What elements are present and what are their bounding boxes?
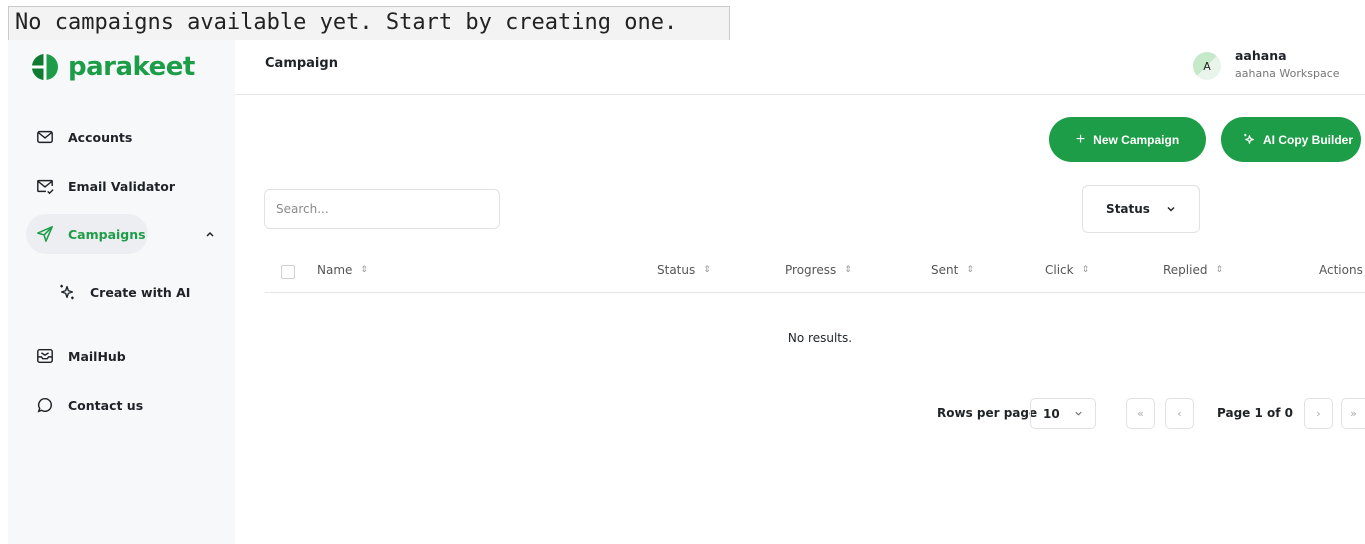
empty-table-message: No results. bbox=[787, 331, 853, 345]
column-header-click[interactable]: Click ⇕ bbox=[1045, 263, 1089, 277]
column-label: Name bbox=[317, 263, 353, 277]
mailbox-icon bbox=[37, 348, 53, 364]
column-label: Progress bbox=[785, 263, 837, 277]
sparkles-icon bbox=[60, 284, 74, 300]
page-info: Page 1 of 0 bbox=[1217, 406, 1293, 420]
sidebar-item-email-validator[interactable]: Email Validator bbox=[26, 166, 175, 206]
sort-icon: ⇕ bbox=[844, 265, 852, 275]
chat-bubble-icon bbox=[37, 397, 52, 413]
sidebar-item-label: Campaigns bbox=[68, 226, 146, 242]
select-all-checkbox[interactable] bbox=[281, 265, 295, 279]
sidebar-item-label: Contact us bbox=[68, 397, 144, 413]
send-icon bbox=[37, 226, 53, 242]
new-campaign-button[interactable]: + New Campaign bbox=[1049, 117, 1206, 162]
empty-state-banner: No campaigns available yet. Start by cre… bbox=[8, 6, 730, 40]
sort-icon: ⇕ bbox=[1215, 265, 1224, 275]
parakeet-logo-icon bbox=[32, 54, 58, 80]
sidebar-item-accounts[interactable]: Accounts bbox=[26, 117, 132, 157]
sidebar-item-label: Create with AI bbox=[90, 284, 191, 300]
column-header-status[interactable]: Status ⇕ bbox=[657, 263, 711, 277]
first-page-button[interactable]: « bbox=[1126, 398, 1155, 429]
last-page-button[interactable]: » bbox=[1341, 398, 1365, 429]
sort-icon: ⇕ bbox=[966, 265, 974, 275]
workspace-name: aahana Workspace bbox=[1235, 67, 1340, 80]
chevrons-left-icon: « bbox=[1137, 407, 1144, 420]
plus-icon: + bbox=[1075, 130, 1086, 148]
sidebar-item-label: Accounts bbox=[68, 129, 133, 145]
status-filter-label: Status bbox=[1106, 202, 1150, 216]
previous-page-button[interactable]: ‹ bbox=[1165, 398, 1194, 429]
sort-icon: ⇕ bbox=[703, 265, 711, 275]
sidebar-item-label: MailHub bbox=[68, 348, 126, 364]
top-header: Campaign A aahana aahana Workspace bbox=[235, 40, 1365, 95]
rows-per-page-value: 10 bbox=[1043, 406, 1060, 421]
ai-copy-builder-button[interactable]: AI Copy Builder bbox=[1221, 117, 1361, 162]
column-header-progress[interactable]: Progress ⇕ bbox=[785, 263, 852, 277]
sidebar-item-contact-us[interactable]: Contact us bbox=[26, 385, 143, 425]
chevron-down-icon bbox=[1167, 207, 1175, 212]
column-header-actions: Actions bbox=[1319, 263, 1363, 277]
mail-check-icon bbox=[37, 179, 54, 195]
avatar[interactable]: A bbox=[1193, 52, 1221, 80]
column-label: Actions bbox=[1319, 263, 1363, 277]
page-title: Campaign bbox=[265, 56, 338, 71]
brand-name: parakeet bbox=[68, 52, 195, 82]
chevron-right-icon: › bbox=[1316, 407, 1321, 420]
sidebar-item-mailhub[interactable]: MailHub bbox=[26, 336, 126, 376]
sidebar-item-campaigns[interactable]: Campaigns bbox=[26, 214, 148, 254]
chevron-up-icon[interactable] bbox=[204, 228, 216, 240]
next-page-button[interactable]: › bbox=[1304, 398, 1333, 429]
table-header: Name ⇕ Status ⇕ Progress ⇕ Sent ⇕ Click ⇕ Rep… bbox=[265, 252, 1365, 293]
column-label: Click bbox=[1045, 263, 1074, 277]
chevron-down-icon bbox=[1075, 411, 1082, 416]
rows-per-page-select[interactable]: 10 bbox=[1030, 398, 1096, 429]
sort-icon: ⇕ bbox=[1081, 265, 1090, 275]
sidebar-item-create-with-ai[interactable]: Create with AI bbox=[48, 272, 190, 312]
rows-per-page-label: Rows per page bbox=[937, 406, 1038, 420]
new-campaign-label: New Campaign bbox=[1093, 132, 1180, 147]
sort-icon: ⇕ bbox=[360, 265, 368, 275]
chevron-left-icon: ‹ bbox=[1177, 407, 1182, 420]
column-header-sent[interactable]: Sent ⇕ bbox=[931, 263, 974, 277]
sidebar-item-label: Email Validator bbox=[68, 178, 176, 194]
column-header-name[interactable]: Name ⇕ bbox=[317, 263, 368, 277]
user-name: aahana bbox=[1235, 48, 1287, 63]
chevrons-right-icon: » bbox=[1350, 407, 1357, 420]
ai-copy-builder-label: AI Copy Builder bbox=[1263, 132, 1354, 147]
status-filter-dropdown[interactable]: Status bbox=[1082, 185, 1200, 233]
column-header-replied[interactable]: Replied ⇕ bbox=[1163, 263, 1223, 277]
search-input[interactable] bbox=[264, 189, 500, 229]
column-label: Sent bbox=[931, 263, 959, 277]
column-label: Replied bbox=[1163, 263, 1208, 277]
brand-logo[interactable]: parakeet bbox=[30, 52, 195, 82]
mail-icon bbox=[37, 130, 53, 144]
column-label: Status bbox=[657, 263, 696, 277]
sidebar: parakeet Accounts Email Validator Campai… bbox=[8, 40, 235, 544]
sparkles-icon bbox=[1244, 133, 1254, 144]
